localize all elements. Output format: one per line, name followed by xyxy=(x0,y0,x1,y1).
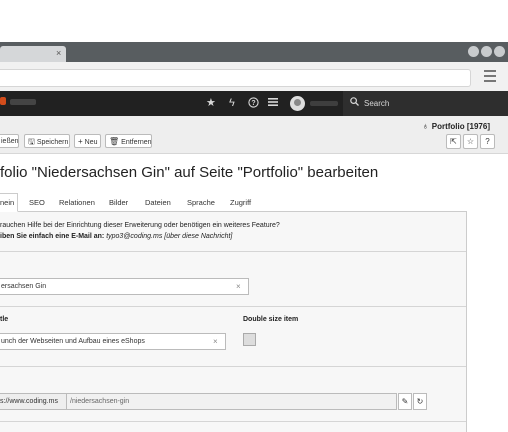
bolt-icon[interactable]: ϟ xyxy=(229,97,235,109)
subtitle-label: tle xyxy=(0,316,9,323)
help-info-line: rauchen Hilfe bei der Einrichtung dieser… xyxy=(0,222,280,229)
new-button[interactable]: + Neu xyxy=(74,134,101,148)
star-outline-icon: ☆ xyxy=(466,137,475,146)
help-info-contact: iben Sie einfach eine E-Mail an: typo3@c… xyxy=(0,233,233,240)
tab-access[interactable]: Zugriff xyxy=(230,194,251,211)
browser-tab-bar xyxy=(0,42,508,62)
star-icon[interactable]: ★ xyxy=(206,97,216,109)
list-icon[interactable] xyxy=(268,97,278,110)
bookmark-button[interactable]: ☆ xyxy=(463,134,478,149)
tab-close-icon[interactable]: × xyxy=(56,48,61,58)
pencil-icon: ✎ xyxy=(401,397,409,406)
tab-relations[interactable]: Relationen xyxy=(59,194,95,211)
tab-general[interactable]: nein xyxy=(0,194,14,211)
typo3-logo[interactable] xyxy=(0,97,6,105)
close-button[interactable]: ießen xyxy=(0,134,19,148)
double-size-checkbox[interactable] xyxy=(243,333,256,346)
help-icon[interactable]: ? xyxy=(248,97,259,111)
refresh-slug-button[interactable]: ↻ xyxy=(413,393,427,410)
window-maximize-button[interactable] xyxy=(481,46,492,57)
refresh-icon: ↻ xyxy=(416,397,424,406)
edit-slug-button[interactable]: ✎ xyxy=(398,393,412,410)
double-size-label: Double size item xyxy=(243,316,299,323)
site-name xyxy=(10,99,36,105)
plus-icon: + xyxy=(78,137,83,146)
divider xyxy=(0,366,466,367)
trash-icon: 🗑 xyxy=(109,137,120,146)
subtitle-input[interactable]: unch der Webseiten und Aufbau eines eSho… xyxy=(0,333,226,350)
user-avatar-icon[interactable] xyxy=(290,96,305,111)
browser-menu-icon[interactable] xyxy=(484,70,496,85)
title-input[interactable]: ersachsen Gin xyxy=(0,278,249,295)
tab-seo[interactable]: SEO xyxy=(29,194,45,211)
user-name[interactable] xyxy=(310,101,338,106)
tab-images[interactable]: Bilder xyxy=(109,194,128,211)
window-minimize-button[interactable] xyxy=(468,46,479,57)
record-title: ♁ Portfolio [1976] xyxy=(422,121,490,131)
divider xyxy=(0,306,466,307)
slug-prefix: s://www.coding.ms xyxy=(0,393,67,410)
question-icon: ? xyxy=(485,137,490,146)
slug-input[interactable]: /niedersachsen-gin xyxy=(67,393,397,410)
tab-language[interactable]: Sprache xyxy=(187,194,215,211)
divider xyxy=(0,421,466,422)
save-icon: 🖫 xyxy=(28,137,35,146)
delete-button[interactable]: 🗑 Entfernen xyxy=(105,134,152,148)
page-title: folio "Niedersachsen Gin" auf Seite "Por… xyxy=(0,164,379,181)
window-close-button[interactable] xyxy=(494,46,505,57)
search-icon xyxy=(350,97,359,106)
clear-subtitle-icon[interactable]: × xyxy=(213,337,218,346)
help-button[interactable]: ? xyxy=(480,134,495,149)
open-in-new-window-button[interactable]: ⇱ xyxy=(446,134,461,149)
clear-title-icon[interactable]: × xyxy=(236,282,241,291)
divider xyxy=(0,251,466,252)
search-placeholder[interactable]: Search xyxy=(364,99,389,108)
tab-files[interactable]: Dateien xyxy=(145,194,171,211)
save-button[interactable]: 🖫 Speichern xyxy=(24,134,70,148)
portfolio-record-icon: ♁ xyxy=(422,121,429,131)
svg-text:?: ? xyxy=(251,100,255,107)
url-input[interactable] xyxy=(0,69,471,87)
external-link-icon: ⇱ xyxy=(450,137,457,146)
